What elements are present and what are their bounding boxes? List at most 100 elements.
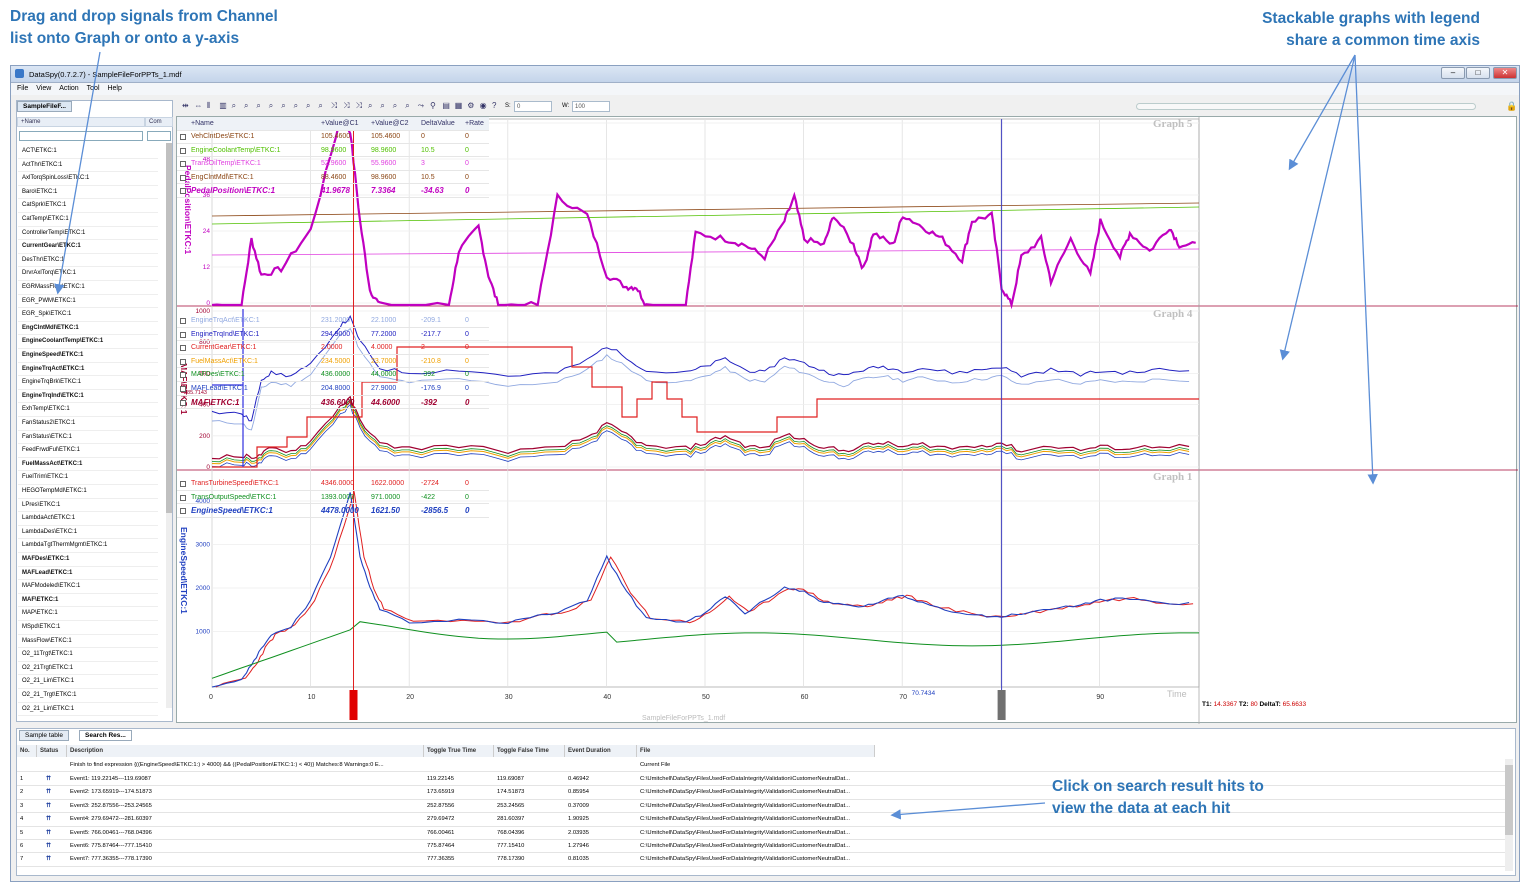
channel-item[interactable]: O2_21_Lin\ETKC:1	[18, 703, 158, 717]
legend-row[interactable]: MAF\ETKC:1 436.6000 44.6000 -392 0	[177, 396, 489, 410]
time-slider[interactable]	[1136, 103, 1476, 110]
channel-item[interactable]: Baro\ETKC:1	[18, 186, 158, 200]
channel-item[interactable]: EngineTrqAct\ETKC:1	[18, 363, 158, 377]
channel-item[interactable]: DesThr\ETKC:1	[18, 254, 158, 268]
event-status-icon[interactable]: ⇈	[46, 853, 51, 866]
header-status[interactable]: Status	[37, 745, 67, 757]
channel-item[interactable]: MAF\ETKC:1	[18, 594, 158, 608]
zoom-out-icon[interactable]: ⌕	[380, 102, 388, 110]
table-row[interactable]: 7 Event7: 777.36355---778.17390 777.36355 7…	[17, 853, 1512, 867]
zoom-icon[interactable]: ⌕	[281, 102, 289, 110]
table-row[interactable]: 6 Event6: 775.87464---777.15410 775.87464 7…	[17, 840, 1512, 854]
table-row[interactable]: 5 Event5: 766.00461---768.04396 766.00461 7…	[17, 827, 1512, 840]
column-header-name[interactable]: +Name	[17, 117, 145, 127]
legend-header-cell[interactable]: +Name	[191, 120, 214, 127]
channel-item[interactable]: EngClntMdl\ETKC:1	[18, 322, 158, 336]
event-status-icon[interactable]: ⇈	[46, 786, 51, 799]
legend-checkbox[interactable]	[180, 331, 186, 338]
channel-item[interactable]: EngineSpeed\ETKC:1	[18, 349, 158, 363]
zoom-y-icon[interactable]: ⌕	[405, 102, 413, 110]
event-status-icon[interactable]: ⇈	[46, 827, 51, 840]
channel-item[interactable]: MassFlow\ETKC:1	[18, 635, 158, 649]
legend-row[interactable]: EngineTrqInd\ETKC:1 294.9000 77.2000 -217.7…	[177, 328, 489, 342]
graph1-ylabel[interactable]: EngineSpeed\ETKC:1	[179, 527, 189, 614]
legend-row[interactable]: EngineTrqAct\ETKC:1 231.2000 22.1000 -209.1…	[177, 314, 489, 328]
fit-icon[interactable]: ⇔	[194, 102, 202, 110]
channel-item[interactable]: CatSprk\ETKC:1	[18, 199, 158, 213]
legend-checkbox[interactable]	[180, 174, 186, 181]
legend-checkbox[interactable]	[180, 318, 186, 324]
channel-filter-input[interactable]	[19, 131, 143, 141]
cursor-icon[interactable]: ⫴	[207, 102, 215, 110]
results-scrollbar-thumb[interactable]	[1505, 765, 1513, 835]
table-row[interactable]: 4 Event4: 279.69472---281.60397 279.69472 2…	[17, 813, 1512, 827]
save-icon[interactable]: ▦	[455, 102, 463, 110]
zoom-icon[interactable]: ⌕	[306, 102, 314, 110]
trend-icon[interactable]: ⤳	[418, 102, 426, 110]
legend-checkbox[interactable]	[180, 358, 186, 365]
graph-area[interactable]: 0102030405060708090TimeSampleFileForPPTs…	[176, 116, 1518, 724]
event-status-icon[interactable]: ⇈	[46, 840, 51, 853]
header-no[interactable]: No.	[17, 745, 37, 757]
channel-item[interactable]: FeedFrwdFul\ETKC:1	[18, 444, 158, 458]
close-button[interactable]: ✕	[1493, 67, 1517, 79]
zoom-x-icon[interactable]: ⌕	[393, 102, 401, 110]
legend-row[interactable]: EngineCoolantTemp\ETKC:1 98.9600 98.9600 10…	[177, 144, 489, 158]
channel-item[interactable]: MAFModeled\ETKC:1	[18, 580, 158, 594]
maximize-button[interactable]: □	[1466, 67, 1490, 79]
channel-item[interactable]: FuelMassAct\ETKC:1	[18, 458, 158, 472]
zoom-icon[interactable]: ⌕	[244, 102, 252, 110]
zoom-icon[interactable]: ⌕	[318, 102, 326, 110]
legend-row[interactable]: PedalPosition\ETKC:1 41.9678 7.3364 -34.63 0	[177, 184, 489, 198]
header-toggle-true[interactable]: Toggle True Time	[424, 745, 494, 757]
channel-item[interactable]: O2_21Trgt\ETKC:1	[18, 662, 158, 676]
minimize-button[interactable]: –	[1441, 67, 1465, 79]
legend-row[interactable]: TransTurbineSpeed\ETKC:1 4346.0000 1622.00…	[177, 477, 489, 491]
channel-item[interactable]: MAFLead\ETKC:1	[18, 567, 158, 581]
event-status-icon[interactable]: ⇈	[46, 773, 51, 786]
legend-checkbox[interactable]	[180, 386, 186, 392]
channel-item[interactable]: FanStatus2\ETKC:1	[18, 417, 158, 431]
scale-icon[interactable]: ⤨	[343, 102, 351, 110]
legend-checkbox[interactable]	[180, 147, 186, 154]
color-icon[interactable]: ◉	[480, 102, 488, 110]
table-row[interactable]: 1 Event1: 119.22145---119.69087 119.22145 1…	[17, 773, 1512, 787]
start-input[interactable]: 0	[514, 101, 552, 112]
legend-checkbox[interactable]	[180, 508, 186, 515]
menu-tool[interactable]: Tool	[87, 83, 100, 95]
help-icon[interactable]: ?	[492, 102, 500, 110]
channel-item[interactable]: EGRMassFlow\ETKC:1	[18, 281, 158, 295]
channel-item[interactable]: EGR_PWM\ETKC:1	[18, 295, 158, 309]
legend-row[interactable]: MAFDes\ETKC:1 436.0000 44.0000 -392 0	[177, 368, 489, 382]
pan-icon[interactable]: ⇹	[182, 102, 190, 110]
channel-item[interactable]: FanStatus\ETKC:1	[18, 431, 158, 445]
event-status-icon[interactable]: ⇈	[46, 800, 51, 813]
find-icon[interactable]: ⚲	[430, 102, 438, 110]
channel-item[interactable]: ActThr\ETKC:1	[18, 159, 158, 173]
summary-row[interactable]: Finish to find expression {((EngineSpeed…	[17, 759, 1512, 773]
legend-row[interactable]: EngineSpeed\ETKC:1 4478.0000 1621.50 -2856.…	[177, 504, 489, 518]
zoom-icon[interactable]: ⌕	[256, 102, 264, 110]
table-row[interactable]: 2 Event2: 173.65919---174.51873 173.65919 1…	[17, 786, 1512, 800]
legend-checkbox[interactable]	[180, 134, 186, 140]
channel-item[interactable]: FuelTrim\ETKC:1	[18, 471, 158, 485]
tab-sample-file[interactable]: SampleFileF...	[17, 101, 72, 112]
channel-item[interactable]: MAFDes\ETKC:1	[18, 553, 158, 567]
table-row[interactable]: 3 Event3: 252.87556---253.24565 252.87556 2…	[17, 800, 1512, 814]
zoom-icon[interactable]: ⌕	[269, 102, 277, 110]
legend-row[interactable]: TransOilTemp\ETKC:1 52.9600 55.9600 3 0	[177, 157, 489, 171]
channel-item[interactable]: O2_11Trgt\ETKC:1	[18, 648, 158, 662]
channel-list-scrollbar[interactable]	[166, 143, 172, 708]
menu-view[interactable]: View	[36, 83, 51, 95]
tab-sample-table[interactable]: Sample table	[19, 730, 69, 741]
menu-action[interactable]: Action	[59, 83, 78, 95]
legend-row[interactable]: MAFLead\ETKC:1 204.8000 27.9000 -176.9 0	[177, 382, 489, 396]
legend-checkbox[interactable]	[180, 161, 186, 168]
menu-file[interactable]: File	[17, 83, 28, 95]
channel-item[interactable]: EngineCoolantTemp\ETKC:1	[18, 335, 158, 349]
results-scrollbar[interactable]	[1505, 759, 1513, 871]
grid-icon[interactable]: ▥	[219, 102, 227, 110]
legend-checkbox[interactable]	[180, 188, 186, 195]
channel-item[interactable]: O2_21_Lin\ETKC:1	[18, 675, 158, 689]
channel-item[interactable]: LPres\ETKC:1	[18, 499, 158, 513]
